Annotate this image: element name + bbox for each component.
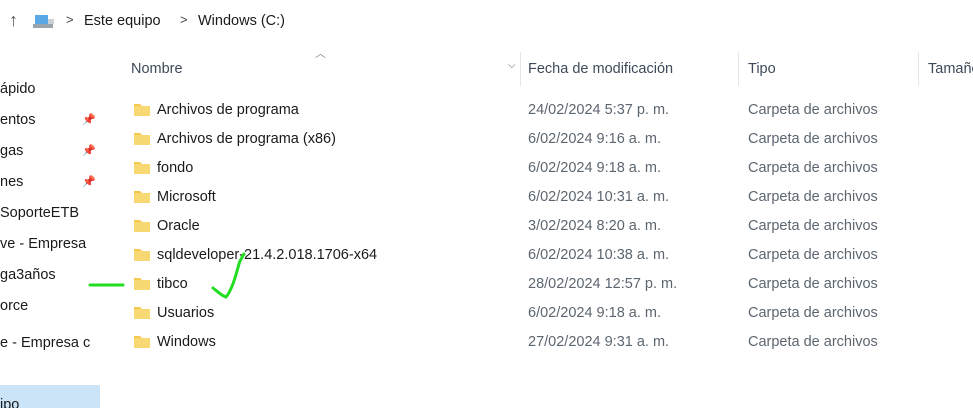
column-divider[interactable]: [918, 52, 919, 86]
file-type: Carpeta de archivos: [748, 305, 878, 321]
file-date: 6/02/2024 9:18 a. m.: [528, 160, 662, 176]
nav-item-imagenes[interactable]: nes 📌: [0, 169, 106, 195]
pin-icon: 📌: [82, 114, 96, 126]
column-divider[interactable]: [520, 52, 521, 86]
file-row[interactable]: fondo 6/02/2024 9:18 a. m. Carpeta de ar…: [120, 154, 973, 183]
column-header-fecha[interactable]: Fecha de modificación: [528, 56, 673, 82]
breadcrumb-separator: >: [180, 12, 188, 27]
folder-icon: [134, 104, 150, 116]
file-row[interactable]: Archivos de programa 24/02/2024 5:37 p. …: [120, 96, 973, 125]
file-row[interactable]: tibco 28/02/2024 12:57 p. m. Carpeta de …: [120, 270, 973, 299]
breadcrumb-este-equipo[interactable]: Este equipo: [84, 12, 161, 30]
file-type: Carpeta de archivos: [748, 102, 878, 118]
file-type: Carpeta de archivos: [748, 160, 878, 176]
column-divider[interactable]: [738, 52, 739, 86]
file-row[interactable]: sqldeveloper-21.4.2.018.1706-x64 6/02/20…: [120, 241, 973, 270]
folder-icon: [134, 249, 150, 261]
file-name: tibco: [157, 276, 188, 292]
file-name: Microsoft: [157, 189, 216, 205]
pin-icon: 📌: [82, 145, 96, 157]
file-row[interactable]: Usuarios 6/02/2024 9:18 a. m. Carpeta de…: [120, 299, 973, 328]
nav-item-descargas[interactable]: gas 📌: [0, 138, 106, 164]
file-date: 6/02/2024 10:38 a. m.: [528, 247, 670, 263]
file-row[interactable]: Archivos de programa (x86) 6/02/2024 9:1…: [120, 125, 973, 154]
file-date: 27/02/2024 9:31 a. m.: [528, 334, 670, 350]
file-name: Archivos de programa (x86): [157, 131, 336, 147]
file-date: 28/02/2024 12:57 p. m.: [528, 276, 678, 292]
nav-item-documentos[interactable]: entos 📌: [0, 107, 106, 133]
folder-icon: [134, 191, 150, 203]
file-type: Carpeta de archivos: [748, 334, 878, 350]
file-name: Archivos de programa: [157, 102, 299, 118]
nav-item-acceso-rapido[interactable]: ápido: [0, 76, 106, 102]
file-name: Windows: [157, 334, 216, 350]
nav-item-force[interactable]: orce: [0, 293, 106, 319]
file-name: sqldeveloper-21.4.2.018.1706-x64: [157, 247, 378, 263]
folder-icon: [134, 336, 150, 348]
pin-icon: 📌: [82, 176, 96, 188]
folder-icon: [134, 220, 150, 232]
file-name: Oracle: [157, 218, 200, 234]
sort-ascending-icon: ︿: [315, 48, 326, 60]
file-name: Usuarios: [157, 305, 215, 321]
file-type: Carpeta de archivos: [748, 218, 878, 234]
column-header-tamano[interactable]: Tamaño: [928, 56, 973, 82]
folder-icon: [134, 278, 150, 290]
nav-item-sharepoint-empresa[interactable]: e - Empresa c: [0, 330, 106, 356]
file-date: 3/02/2024 8:20 a. m.: [528, 218, 662, 234]
nav-item-este-equipo[interactable]: ipo: [0, 385, 100, 408]
breadcrumb-separator: >: [66, 12, 74, 27]
file-row[interactable]: Windows 27/02/2024 9:31 a. m. Carpeta de…: [120, 328, 973, 357]
column-header-tipo[interactable]: Tipo: [748, 56, 776, 82]
folder-icon: [134, 307, 150, 319]
file-date: 6/02/2024 10:31 a. m.: [528, 189, 670, 205]
up-arrow-icon[interactable]: ↑: [9, 10, 18, 30]
computer-drive-icon: [33, 15, 54, 28]
address-bar[interactable]: ↑ > Este equipo > Windows (C:): [0, 0, 973, 40]
nav-item-soporteetb[interactable]: SoporteETB: [0, 200, 106, 226]
navigation-pane[interactable]: ápido entos 📌 gas 📌 nes 📌 SoporteETB ve - E…: [0, 40, 106, 408]
file-row[interactable]: Microsoft 6/02/2024 10:31 a. m. Carpeta …: [120, 183, 973, 212]
file-name: fondo: [157, 160, 194, 176]
file-type: Carpeta de archivos: [748, 131, 878, 147]
nav-item-onedrive-empresa[interactable]: ve - Empresa: [0, 231, 106, 257]
file-type: Carpeta de archivos: [748, 247, 878, 263]
nav-item-3anos[interactable]: ga3años: [0, 262, 106, 288]
folder-icon: [134, 133, 150, 145]
file-date: 6/02/2024 9:18 a. m.: [528, 305, 662, 321]
chevron-down-icon[interactable]: ⌵: [508, 60, 516, 71]
breadcrumb-windows-c[interactable]: Windows (C:): [198, 12, 285, 30]
file-date: 24/02/2024 5:37 p. m.: [528, 102, 670, 118]
file-type: Carpeta de archivos: [748, 189, 878, 205]
file-row[interactable]: Oracle 3/02/2024 8:20 a. m. Carpeta de a…: [120, 212, 973, 241]
folder-icon: [134, 162, 150, 174]
file-type: Carpeta de archivos: [748, 276, 878, 292]
column-header-nombre[interactable]: Nombre: [131, 56, 183, 82]
file-date: 6/02/2024 9:16 a. m.: [528, 131, 662, 147]
